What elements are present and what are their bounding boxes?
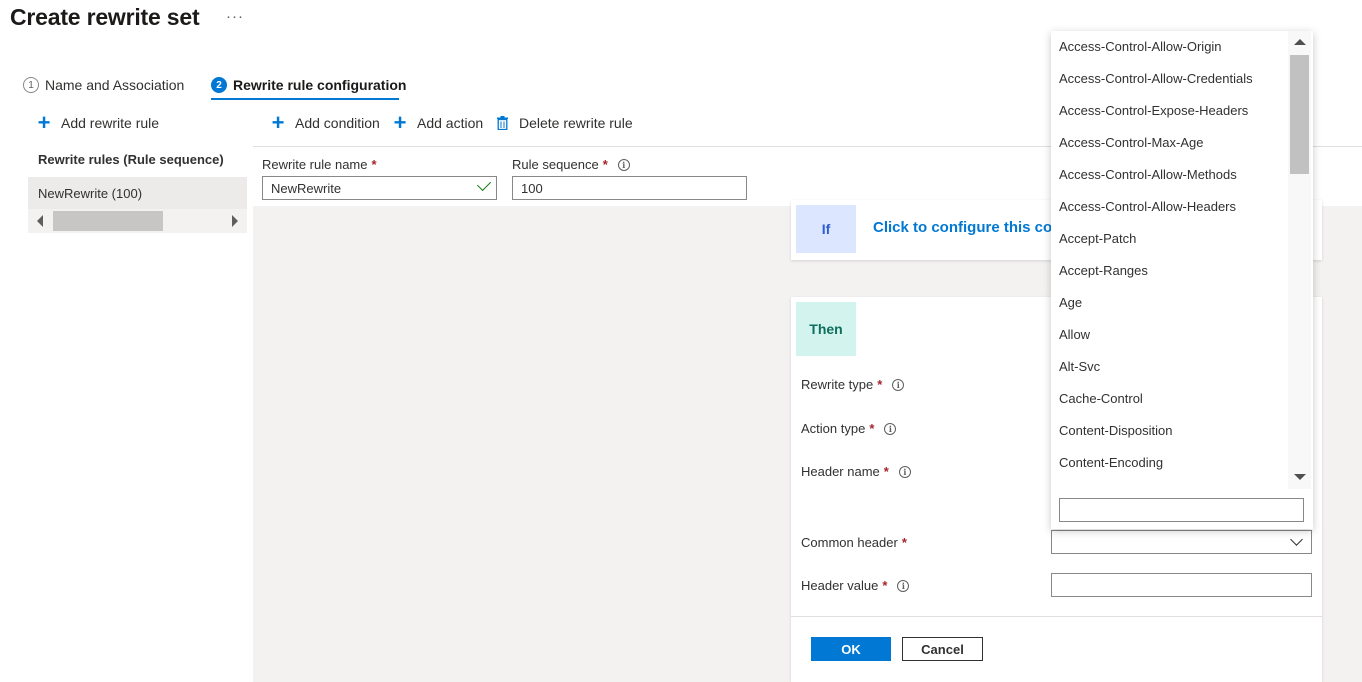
dropdown-option[interactable]: Access-Control-Allow-Origin — [1059, 39, 1222, 54]
common-header-label: Common header * — [801, 535, 907, 550]
dropdown-option[interactable]: Cache-Control — [1059, 391, 1143, 406]
scrollbar-thumb[interactable] — [1290, 55, 1309, 174]
plus-icon: + — [37, 110, 51, 135]
rewrite-type-label: Rewrite type * i — [801, 377, 905, 392]
scroll-right-icon[interactable] — [232, 215, 238, 227]
add-condition-label: Add condition — [295, 115, 380, 131]
rule-name-input[interactable]: NewRewrite — [262, 176, 497, 200]
dropdown-option[interactable]: Accept-Ranges — [1059, 263, 1148, 278]
dropdown-option[interactable]: Access-Control-Expose-Headers — [1059, 103, 1248, 118]
ok-button[interactable]: OK — [811, 637, 891, 661]
card-footer-divider — [791, 616, 1322, 617]
scroll-left-icon[interactable] — [37, 215, 43, 227]
tab-name-and-association[interactable]: 1 Name and Association — [23, 70, 184, 100]
header-options-dropdown: Access-Control-Allow-Origin Access-Contr… — [1051, 31, 1313, 529]
cancel-button[interactable]: Cancel — [902, 637, 983, 661]
step-number-2: 2 — [211, 77, 227, 93]
info-icon[interactable]: i — [617, 158, 630, 171]
scroll-up-icon[interactable] — [1294, 39, 1306, 45]
info-icon[interactable]: i — [897, 579, 910, 592]
info-icon[interactable]: i — [892, 378, 905, 391]
dropdown-option[interactable]: Accept-Patch — [1059, 231, 1136, 246]
plus-icon: + — [271, 110, 285, 135]
dropdown-option[interactable]: Access-Control-Allow-Methods — [1059, 167, 1237, 182]
dropdown-option[interactable]: Content-Encoding — [1059, 455, 1163, 470]
add-rewrite-rule-button[interactable]: + Add rewrite rule — [36, 110, 160, 135]
scrollbar-thumb[interactable] — [53, 211, 163, 231]
page-title: Create rewrite set — [10, 4, 200, 30]
dropdown-option[interactable]: Access-Control-Allow-Credentials — [1059, 71, 1253, 86]
chevron-down-icon — [1290, 533, 1303, 546]
header-name-label: Header name * i — [801, 464, 911, 479]
rule-name-value: NewRewrite — [271, 180, 342, 196]
dropdown-option[interactable]: Content-Disposition — [1059, 423, 1172, 438]
dropdown-option[interactable]: Access-Control-Max-Age — [1059, 135, 1204, 150]
more-options-icon[interactable]: ··· — [226, 8, 244, 25]
check-icon — [476, 176, 492, 192]
add-action-label: Add action — [417, 115, 484, 131]
header-value-label: Header value * i — [801, 578, 910, 593]
delete-rewrite-rule-label: Delete rewrite rule — [519, 115, 633, 131]
dropdown-option[interactable]: Age — [1059, 295, 1082, 310]
delete-rewrite-rule-button[interactable]: Delete rewrite rule — [496, 115, 633, 131]
plus-icon: + — [393, 110, 407, 135]
trash-icon — [497, 116, 508, 130]
rule-sequence-input[interactable]: 100 — [512, 176, 747, 200]
tab-label: Rewrite rule configuration — [233, 77, 407, 93]
dropdown-option[interactable]: Allow — [1059, 327, 1090, 342]
rule-list-item[interactable]: NewRewrite (100) — [28, 177, 247, 209]
dropdown-filter-input[interactable] — [1059, 498, 1304, 522]
rule-name-label: Rewrite rule name * — [262, 157, 377, 172]
info-icon[interactable]: i — [898, 465, 911, 478]
active-tab-indicator — [211, 98, 399, 100]
rule-sequence-label: Rule sequence * i — [512, 157, 630, 172]
rewrite-rules-heading: Rewrite rules (Rule sequence) — [38, 152, 224, 167]
common-header-select[interactable] — [1051, 530, 1312, 554]
dropdown-option[interactable]: Access-Control-Allow-Headers — [1059, 199, 1236, 214]
header-value-input[interactable] — [1051, 573, 1312, 597]
configure-condition-link[interactable]: Click to configure this condition — [873, 219, 1051, 236]
rule-sequence-value: 100 — [521, 180, 543, 196]
add-rewrite-rule-label: Add rewrite rule — [61, 115, 160, 131]
add-condition-button[interactable]: + Add condition — [270, 110, 380, 135]
tab-rewrite-rule-configuration[interactable]: 2 Rewrite rule configuration — [211, 70, 406, 100]
tab-label: Name and Association — [45, 77, 185, 93]
scroll-down-icon[interactable] — [1294, 474, 1306, 480]
add-action-button[interactable]: + Add action — [392, 110, 484, 135]
action-type-label: Action type * i — [801, 421, 897, 436]
then-badge: Then — [796, 302, 856, 356]
if-badge: If — [796, 205, 856, 253]
step-number-1: 1 — [23, 77, 39, 93]
info-icon[interactable]: i — [884, 422, 897, 435]
dropdown-option[interactable]: Alt-Svc — [1059, 359, 1100, 374]
